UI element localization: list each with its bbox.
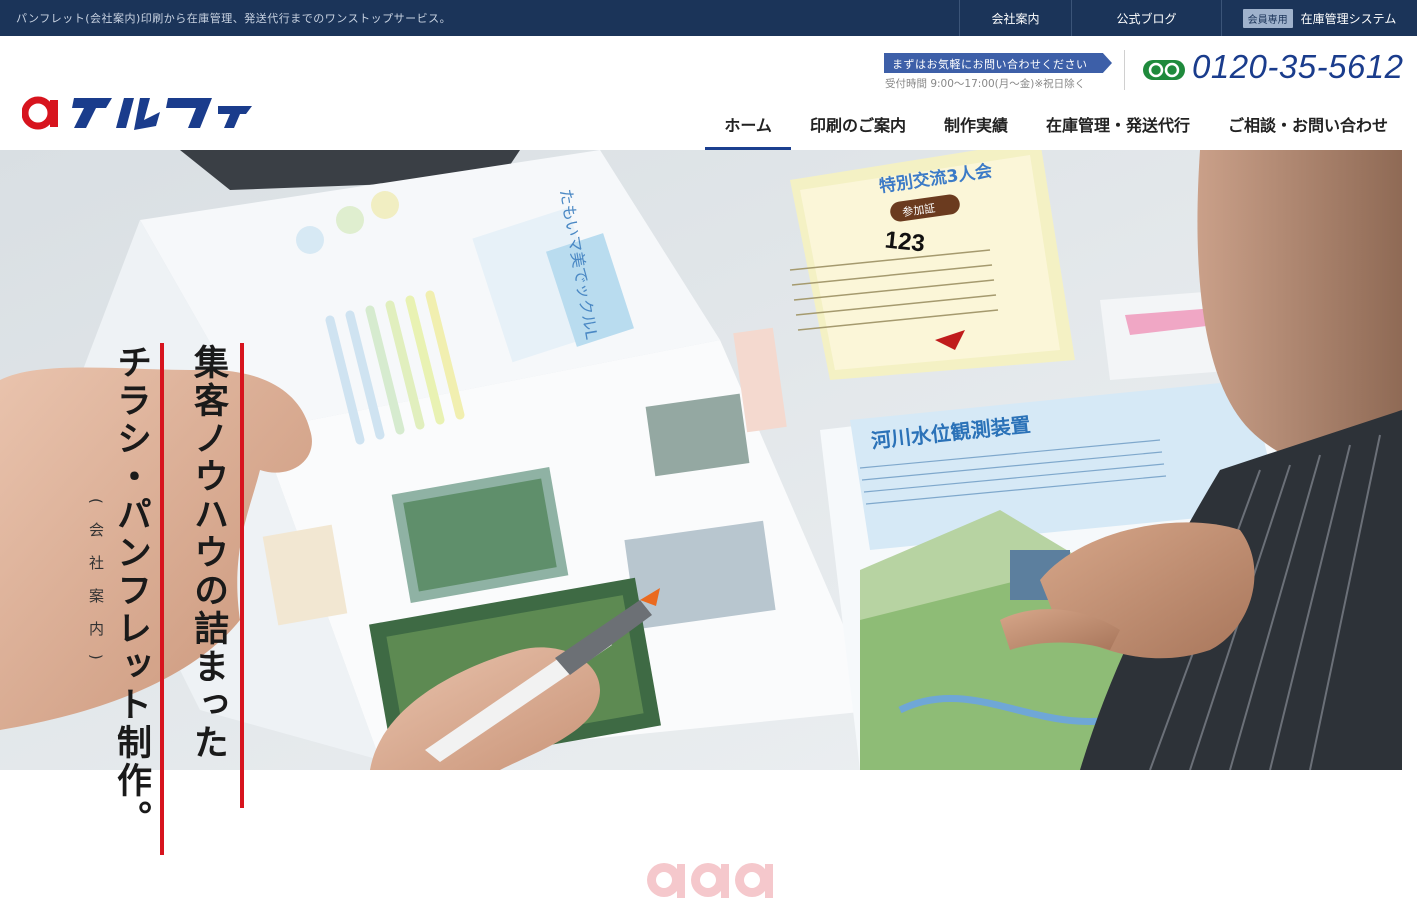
hero-subheadline: (会社案内) bbox=[87, 498, 105, 678]
alpha-decoration-icon bbox=[647, 863, 773, 898]
inventory-system-label: 在庫管理システム bbox=[1300, 11, 1397, 26]
official-blog-link[interactable]: 公式ブログ bbox=[1071, 0, 1221, 36]
site-header: まずはお気軽にお問い合わせください 受付時間 9:00〜17:00(月〜金)※祝… bbox=[0, 36, 1417, 150]
logo-wordmark bbox=[72, 98, 252, 130]
company-info-link[interactable]: 会社案内 bbox=[959, 0, 1071, 36]
inventory-system-link[interactable]: 会員専用 在庫管理システム bbox=[1221, 0, 1417, 36]
phone-number[interactable]: 0120-35-5612 bbox=[1192, 48, 1404, 86]
site-tagline: パンフレット(会社案内)印刷から在庫管理、発送代行までのワンストップサービス。 bbox=[16, 12, 452, 25]
members-only-badge: 会員専用 bbox=[1242, 8, 1293, 28]
nav-home[interactable]: ホーム bbox=[705, 102, 791, 150]
nav-printing-guide[interactable]: 印刷のご案内 bbox=[791, 102, 925, 150]
svg-text:123: 123 bbox=[883, 226, 926, 257]
nav-portfolio[interactable]: 制作実績 bbox=[925, 102, 1027, 150]
hero-headline-line2: チラシ・パンフレット制作。 bbox=[111, 344, 151, 838]
alpha-logo-icon bbox=[22, 96, 58, 130]
nav-contact[interactable]: ご相談・お問い合わせ bbox=[1209, 102, 1407, 150]
freedial-icon bbox=[1143, 60, 1185, 80]
top-utility-bar: パンフレット(会社案内)印刷から在庫管理、発送代行までのワンストップサービス。 … bbox=[0, 0, 1417, 36]
headline-accent-line bbox=[240, 343, 244, 808]
nav-inventory-shipping[interactable]: 在庫管理・発送代行 bbox=[1027, 102, 1209, 150]
business-hours: 受付時間 9:00〜17:00(月〜金)※祝日除く bbox=[885, 78, 1086, 90]
main-nav: ホーム 印刷のご案内 制作実績 在庫管理・発送代行 ご相談・お問い合わせ bbox=[705, 102, 1407, 150]
header-divider bbox=[1124, 50, 1125, 90]
contact-invite-banner: まずはお気軽にお問い合わせください bbox=[884, 53, 1112, 73]
site-logo[interactable] bbox=[22, 94, 258, 130]
event-ticket: 特別交流3人会 参加証 123 bbox=[789, 150, 1075, 380]
hero-headline-line1: 集客ノウハウの詰まった bbox=[188, 344, 228, 762]
top-links: 会社案内 公式ブログ 会員専用 在庫管理システム bbox=[959, 0, 1417, 36]
headline-accent-line-2 bbox=[160, 343, 164, 855]
